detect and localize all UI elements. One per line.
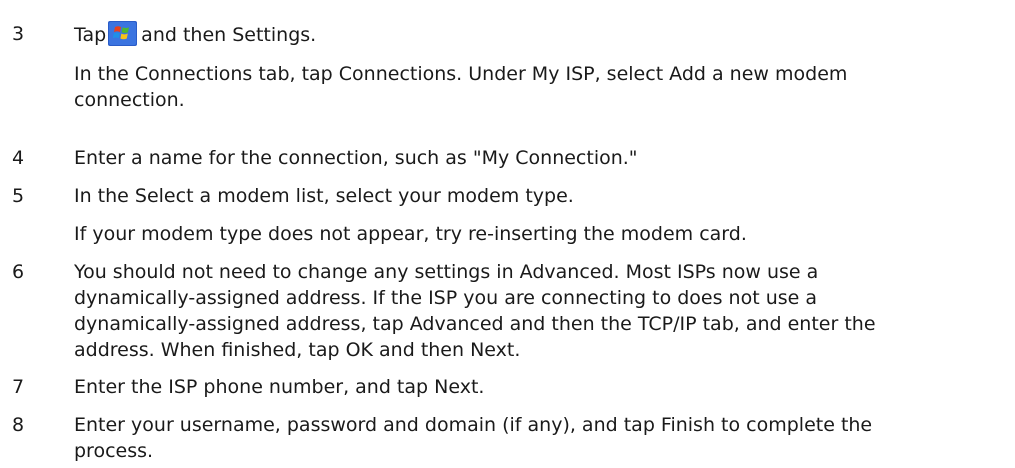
step-text: In the Select a modem list, select your … bbox=[74, 183, 999, 247]
step-note-line: connection. bbox=[74, 89, 185, 111]
step-note-line: If your modem type does not appear, try … bbox=[74, 223, 747, 245]
step-text-after-icon: and then Settings. bbox=[141, 24, 317, 46]
step-number: 4 bbox=[12, 147, 25, 169]
step-number: 5 bbox=[12, 185, 25, 207]
step-text: You should not need to change any settin… bbox=[74, 259, 999, 363]
step-note-line: In the Connections tab, tap Connections.… bbox=[74, 63, 848, 85]
step-number: 6 bbox=[12, 261, 25, 283]
step-line: You should not need to change any settin… bbox=[74, 261, 819, 283]
step-number: 3 bbox=[12, 23, 25, 45]
step-number: 7 bbox=[12, 376, 25, 398]
step-text: Enter a name for the connection, such as… bbox=[74, 145, 999, 171]
step-line: Enter a name for the connection, such as… bbox=[74, 147, 638, 169]
step-number: 8 bbox=[12, 414, 25, 436]
step-text: Enter the ISP phone number, and tap Next… bbox=[74, 374, 999, 400]
step-line: process. bbox=[74, 440, 154, 462]
step-line: dynamically-assigned address. If the ISP… bbox=[74, 287, 818, 309]
step-text: Enter your username, password and domain… bbox=[74, 412, 999, 464]
step-line: address. When finished, tap OK and then … bbox=[74, 339, 521, 361]
windows-start-icon bbox=[108, 21, 138, 46]
step-line: Tap and then Settings. bbox=[74, 21, 999, 47]
step-text: Tap and then Settings. In the Connection… bbox=[74, 21, 999, 113]
step-line: Enter your username, password and domain… bbox=[74, 414, 873, 436]
step-line: Enter the ISP phone number, and tap Next… bbox=[74, 376, 485, 398]
step-text-before-icon: Tap bbox=[74, 24, 107, 46]
step-line: In the Select a modem list, select your … bbox=[74, 185, 574, 207]
step-line: dynamically-assigned address, tap Advanc… bbox=[74, 313, 876, 335]
